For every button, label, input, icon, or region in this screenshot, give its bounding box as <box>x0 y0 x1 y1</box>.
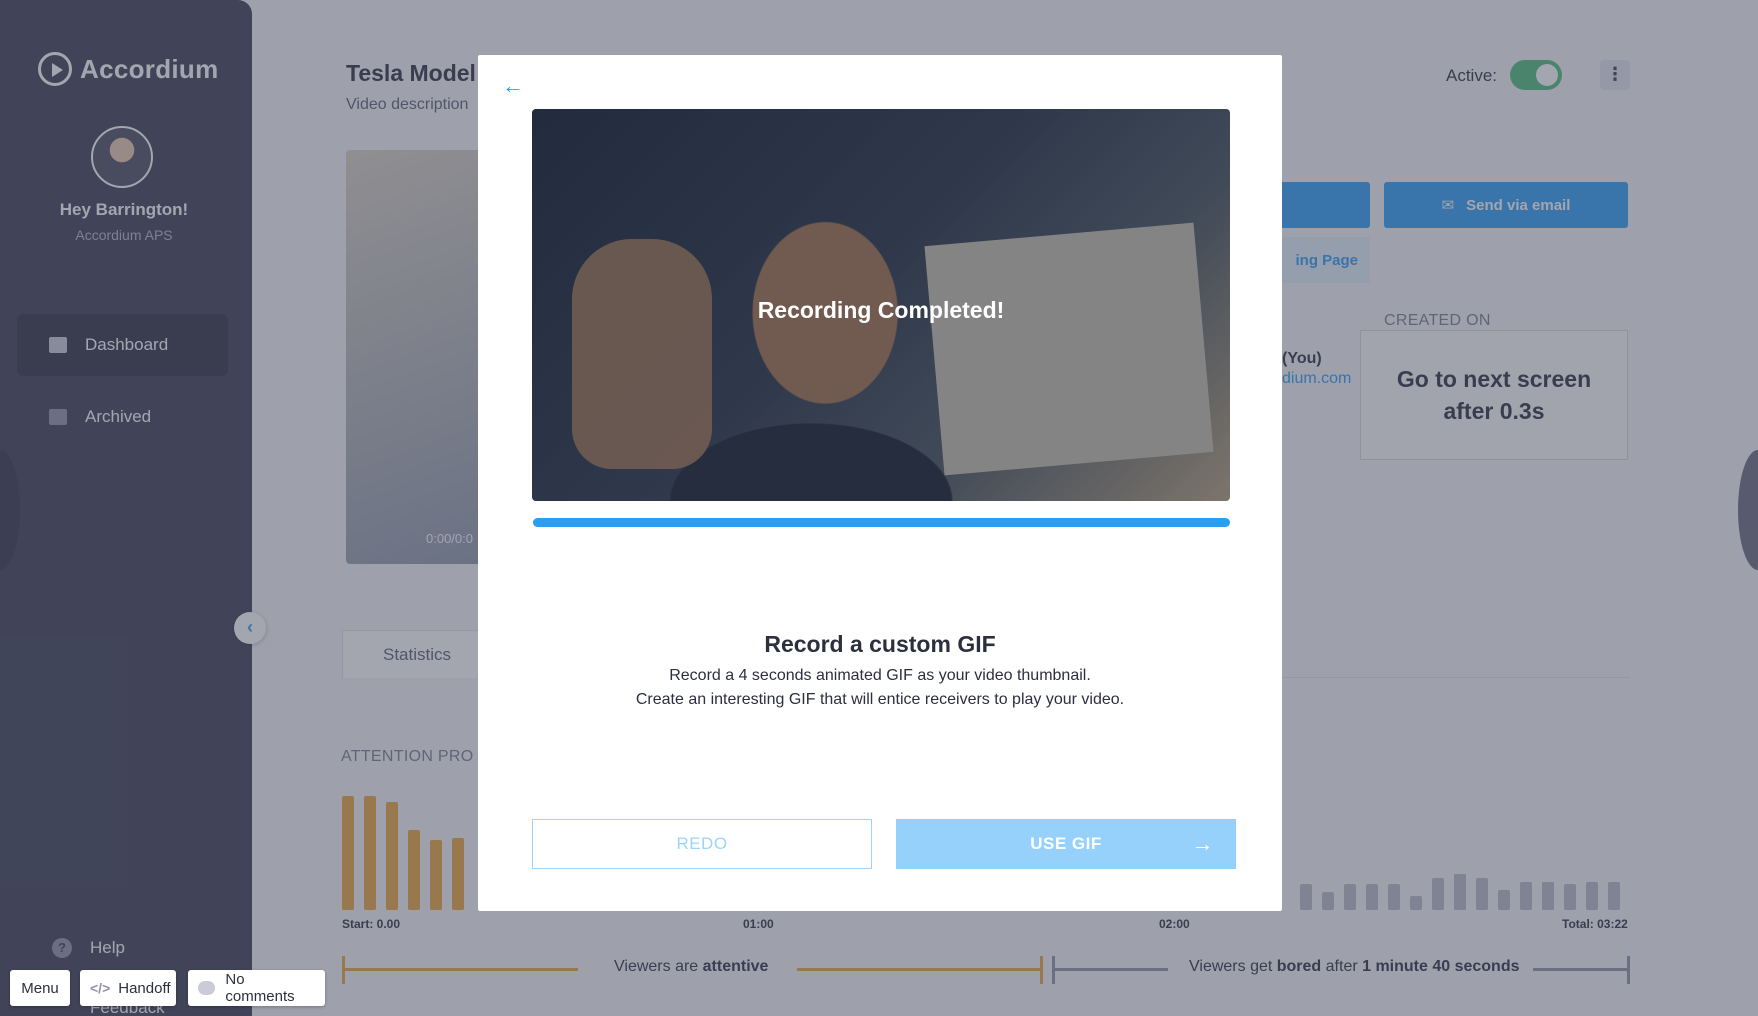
comments-label: No comments <box>225 971 295 1005</box>
use-gif-label: USE GIF <box>1030 834 1102 853</box>
menu-button[interactable]: Menu <box>10 970 70 1006</box>
modal-description-line: Record a 4 seconds animated GIF as your … <box>669 667 1091 684</box>
redo-button[interactable]: REDO <box>532 819 872 869</box>
comments-button[interactable]: No comments <box>188 970 325 1006</box>
modal-title: Record a custom GIF <box>764 631 996 657</box>
gif-preview[interactable]: Recording Completed! <box>532 109 1230 501</box>
recording-progress-fill <box>533 518 1230 527</box>
recording-status: Recording Completed! <box>757 297 1005 323</box>
record-gif-modal: ← Recording Completed! Record a custom G… <box>478 55 1282 911</box>
recording-progress <box>533 518 1230 527</box>
comment-bubble-icon <box>198 981 216 995</box>
code-icon: </> <box>90 980 111 996</box>
modal-description-line: Create an interesting GIF that will enti… <box>635 691 1125 708</box>
handoff-button[interactable]: </> Handoff <box>80 970 176 1006</box>
arrow-left-icon[interactable]: ← <box>502 73 524 99</box>
use-gif-button[interactable]: USE GIF → <box>896 819 1236 869</box>
handoff-label: Handoff <box>118 979 171 997</box>
arrow-right-icon: → <box>1191 831 1214 856</box>
